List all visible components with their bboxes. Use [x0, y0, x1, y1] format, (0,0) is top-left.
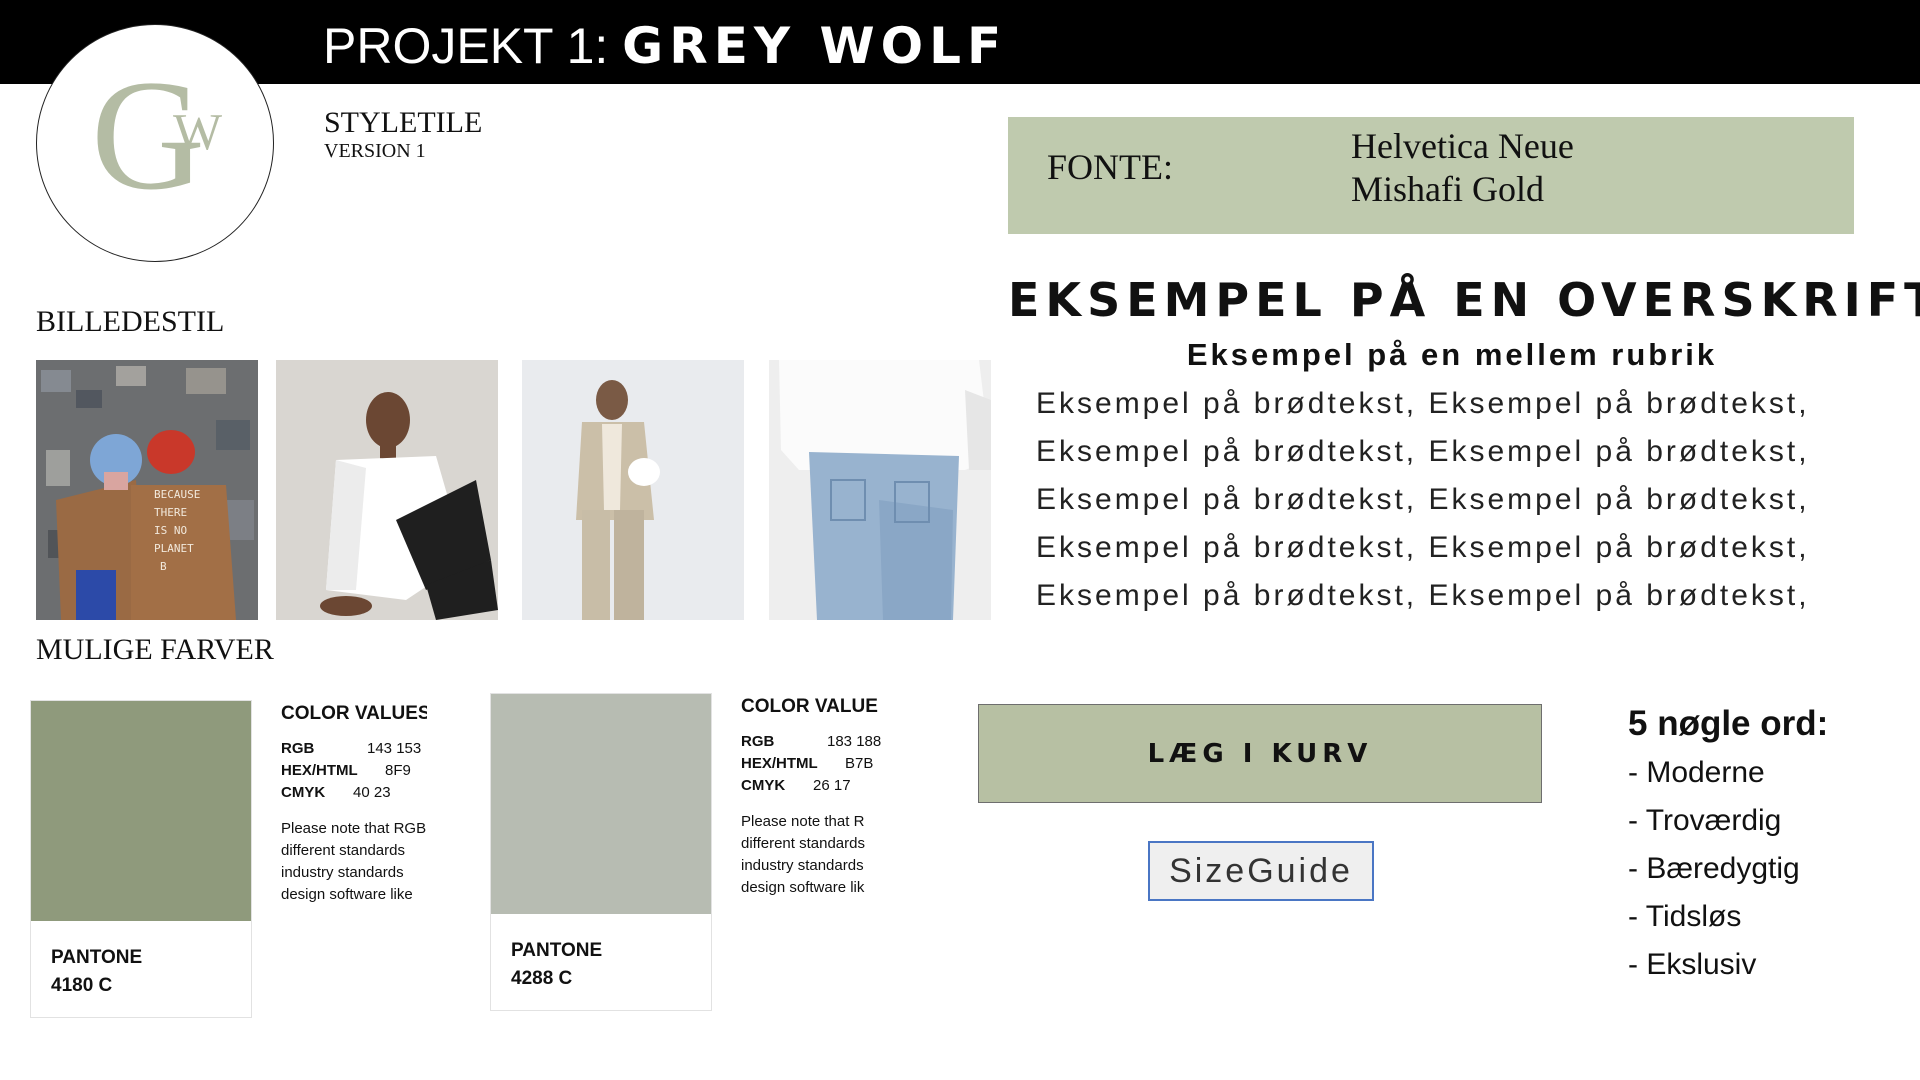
colors-label: MULIGE FARVER [36, 633, 274, 666]
logo-letter-w: W [173, 104, 223, 161]
jacket-text: PLANET [154, 542, 194, 555]
keyword-item: - Bæredygtig [1628, 852, 1800, 885]
add-to-cart-button[interactable]: LÆG I KURV [978, 704, 1542, 803]
swatch-color-block [31, 701, 251, 921]
font-label: FONTE: [1047, 147, 1173, 187]
hex-label: HEX/HTML [281, 762, 358, 779]
style-photo-2 [276, 360, 498, 620]
sample-body-line: Eksempel på brødtekst, Eksempel på brødt… [1036, 387, 1810, 420]
title-prefix: PROJEKT 1: [323, 18, 623, 74]
font-name-1: Helvetica Neue [1351, 126, 1574, 166]
version-label: VERSION 1 [324, 140, 426, 162]
hex-label: HEX/HTML [741, 755, 818, 772]
color-swatch-1: PANTONE 4180 C [30, 700, 252, 1018]
note-line: design software like [281, 886, 413, 903]
note-line: industry standards [741, 857, 864, 874]
hex-row: HEX/HTML B7B [741, 753, 881, 775]
sample-heading: EKSEMPEL PÅ EN OVERSKRIFT [1008, 273, 1920, 327]
logo: G W [36, 24, 274, 262]
jacket-text: IS NO [154, 524, 187, 537]
color-values-title: COLOR VALUE [741, 696, 878, 717]
rgb-row: RGB 143 153 [281, 738, 427, 760]
swatch-color-block [491, 694, 711, 914]
font-box: FONTE: Helvetica Neue Mishafi Gold [1008, 117, 1854, 234]
font-name-2: Mishafi Gold [1351, 169, 1544, 209]
keyword-item: - Moderne [1628, 756, 1765, 789]
rgb-value: 143 153 [367, 740, 422, 757]
pantone-code: 4180 C [51, 975, 113, 996]
rgb-value: 183 188 [827, 733, 881, 750]
keywords-title: 5 nøgle ord: [1628, 704, 1829, 743]
pantone-info: PANTONE 4288 C [511, 937, 602, 993]
jacket-text: THERE [154, 506, 187, 519]
keyword-item: - Tidsløs [1628, 900, 1742, 933]
jacket-text: BECAUSE [154, 488, 200, 501]
cmyk-value: 40 23 [353, 784, 391, 801]
pantone-label: PANTONE [511, 940, 603, 961]
sample-body-line: Eksempel på brødtekst, Eksempel på brødt… [1036, 531, 1810, 564]
style-photo-3 [522, 360, 744, 620]
cmyk-row: CMYK 26 17 [741, 775, 881, 797]
color-swatch-2: PANTONE 4288 C [490, 693, 712, 1011]
pantone-label: PANTONE [51, 947, 143, 968]
size-guide-button[interactable]: SizeGuide [1148, 841, 1374, 901]
hex-value: 8F9 [385, 762, 411, 779]
keyword-item: - Ekslusiv [1628, 948, 1757, 981]
pantone-info: PANTONE 4180 C [51, 944, 142, 1000]
project-name: GREY WOLF [622, 17, 1008, 75]
font-names: Helvetica Neue Mishafi Gold [1351, 125, 1574, 211]
color-values-title: COLOR VALUES [281, 703, 427, 724]
color-note: Please note that RGB different standards… [281, 818, 427, 906]
page-title: PROJEKT 1: GREY WOLF [323, 16, 1007, 76]
note-line: different standards [741, 835, 865, 852]
styletile-label: STYLETILE [324, 106, 483, 139]
note-line: Please note that R [741, 813, 865, 830]
cmyk-label: CMYK [741, 777, 786, 794]
hex-value: B7B [845, 755, 874, 772]
jacket-text: B [160, 560, 167, 573]
note-line: different standards [281, 842, 405, 859]
rgb-label: RGB [741, 733, 775, 750]
sample-subheading: Eksempel på en mellem rubrik [1186, 337, 1718, 372]
cmyk-value: 26 17 [813, 777, 851, 794]
note-line: industry standards [281, 864, 404, 881]
image-style-label: BILLEDESTIL [36, 305, 225, 338]
note-line: design software lik [741, 879, 865, 896]
color-note: Please note that R different standards i… [741, 811, 881, 899]
cmyk-label: CMYK [281, 784, 326, 801]
hex-row: HEX/HTML 8F9 [281, 760, 427, 782]
style-photo-4 [769, 360, 991, 620]
style-photo-1: BECAUSE THERE IS NO PLANET B [36, 360, 258, 620]
color-values-2: COLOR VALUE RGB 183 188 HEX/HTML B7B CMYK 2… [741, 695, 881, 899]
rgb-label: RGB [281, 740, 315, 757]
cmyk-row: CMYK 40 23 [281, 782, 427, 804]
note-line: Please note that RGB [281, 820, 427, 837]
keyword-item: - Troværdig [1628, 804, 1782, 837]
pantone-code: 4288 C [511, 968, 573, 989]
sample-body-line: Eksempel på brødtekst, Eksempel på brødt… [1036, 435, 1810, 468]
sample-body-line: Eksempel på brødtekst, Eksempel på brødt… [1036, 483, 1810, 516]
sample-body-line: Eksempel på brødtekst, Eksempel på brødt… [1036, 579, 1810, 612]
color-values-1: COLOR VALUES RGB 143 153 HEX/HTML 8F9 CMYK… [281, 702, 427, 906]
rgb-row: RGB 183 188 [741, 731, 881, 753]
